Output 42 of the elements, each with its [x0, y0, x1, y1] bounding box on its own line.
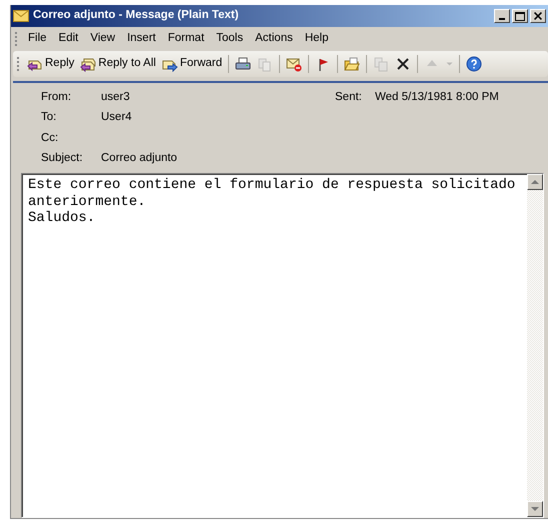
- caret-icon: [446, 62, 454, 66]
- printer-icon: [235, 56, 252, 72]
- minimize-icon: [499, 18, 505, 20]
- field-label: Cc:: [41, 130, 60, 146]
- folder-icon: [344, 56, 360, 72]
- maximize-icon: [515, 12, 525, 20]
- menu-item[interactable]: File: [22, 29, 53, 49]
- close-icon: [534, 12, 542, 20]
- field-value: Wed 5/13/1981 8:00 PM: [375, 90, 500, 105]
- down-arrow-icon: [531, 507, 539, 511]
- envelope-icon: [13, 10, 29, 22]
- close-button[interactable]: [530, 9, 546, 23]
- message-text: Este correo contiene el formulario de respuesta solicitado anteriormente. Saludos.: [27, 176, 516, 228]
- field-label: Subject:: [41, 150, 84, 166]
- field-value: User4: [101, 110, 133, 126]
- menu-item[interactable]: Help: [298, 29, 334, 49]
- window-title: Correo adjunto - Message (Plain Text): [33, 8, 239, 24]
- reply-button[interactable]: Reply: [24, 54, 78, 74]
- field-value: user3: [101, 90, 131, 105]
- menu-item[interactable]: Format: [162, 29, 210, 49]
- field-label: To:: [41, 110, 58, 126]
- menu-item[interactable]: Edit: [52, 29, 84, 49]
- up-arrow-icon: [531, 180, 539, 184]
- menu-item[interactable]: Actions: [249, 29, 299, 49]
- menu-item[interactable]: Insert: [121, 29, 162, 49]
- scroll-up-button[interactable]: [527, 174, 543, 190]
- menu-item[interactable]: Tools: [210, 29, 250, 49]
- pages-icon: [373, 56, 390, 72]
- envelope-block-icon: [286, 56, 302, 72]
- scroll-down-button[interactable]: [527, 501, 543, 517]
- field-value: Correo adjunto: [101, 150, 178, 166]
- minimize-button[interactable]: [494, 9, 510, 23]
- help-icon: [466, 56, 482, 72]
- reply-all-button[interactable]: Reply to All: [77, 54, 159, 74]
- menu-item[interactable]: View: [84, 29, 122, 49]
- forward-button[interactable]: Forward: [158, 54, 226, 74]
- pages-icon: [257, 56, 274, 72]
- envelopes-reply-icon: [80, 56, 96, 72]
- field-label: From:: [41, 90, 72, 105]
- maximize-button[interactable]: [512, 9, 528, 23]
- close-x-icon: [395, 56, 412, 72]
- field-label: Sent:: [335, 90, 363, 105]
